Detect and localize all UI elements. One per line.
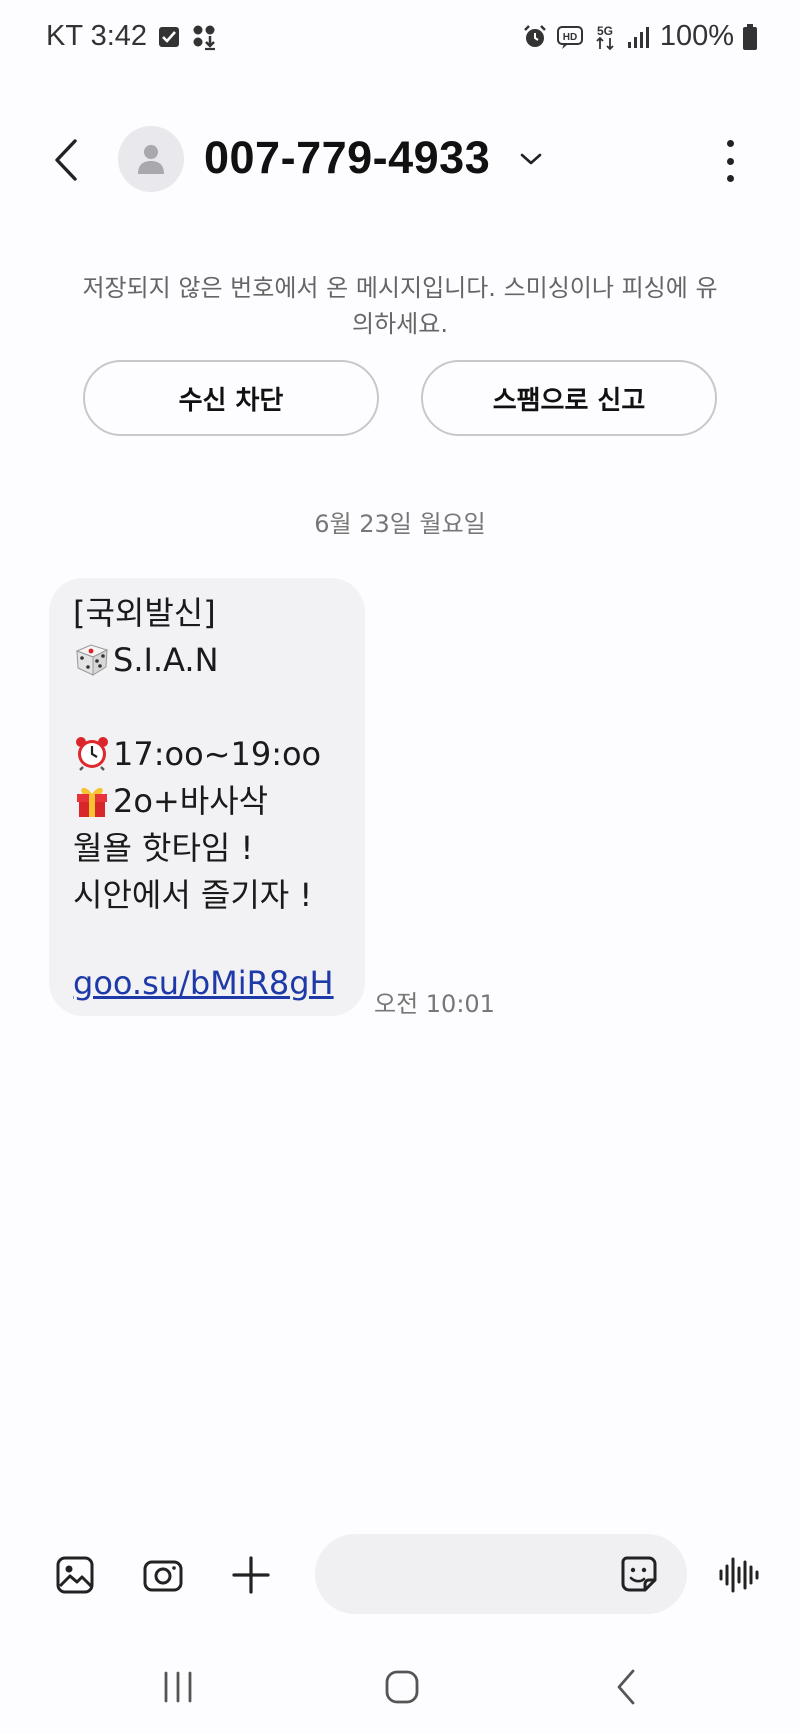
alarm-clock-emoji [73, 735, 111, 771]
sticker-icon [621, 1556, 657, 1592]
messages-screen: KT 3:42 HD 5G 100% 007-779-4933 저장되지 않은 … [0, 0, 800, 1734]
message-line-text: S.I.A.N [113, 641, 219, 679]
more-options-button[interactable] [718, 136, 742, 186]
carrier-time: KT 3:42 [46, 20, 148, 52]
attach-button[interactable] [224, 1548, 278, 1602]
battery-icon [742, 23, 758, 51]
more-vert-icon-dot [726, 175, 734, 182]
recents-button[interactable] [148, 1662, 208, 1712]
message-input-container[interactable] [315, 1534, 687, 1614]
signal-icon [626, 24, 652, 50]
notice-actions: 수신 차단 스팸으로 신고 [83, 360, 717, 436]
message-line: 2o+바사삭 [73, 778, 343, 825]
message-line: 시안에서 즐기자 ! [73, 876, 313, 914]
gallery-icon [56, 1556, 94, 1594]
camera-icon [143, 1560, 183, 1592]
conversation-header: 007-779-4933 [0, 118, 800, 202]
nav-back-button[interactable] [596, 1662, 656, 1712]
gift-emoji [73, 782, 111, 818]
date-divider: 6월 23일 월요일 [314, 510, 486, 538]
message-line: S.I.A.N [73, 637, 343, 684]
status-bar: KT 3:42 HD 5G 100% [0, 0, 800, 76]
back-arrow-icon [55, 139, 77, 181]
more-vert-icon [726, 140, 734, 147]
checkbox-icon [157, 25, 181, 49]
received-message-bubble[interactable]: [국외발신] S.I.A.N 17:oo~19:oo 2o+바사삭 월욜 핫타임… [49, 578, 365, 1016]
message-line: 월욜 핫타임 ! [73, 829, 254, 867]
dice-emoji [73, 641, 111, 677]
hd-voice-icon: HD [556, 24, 584, 50]
message-line-text: 17:oo~19:oo [113, 735, 322, 773]
voice-record-button[interactable] [712, 1548, 766, 1602]
system-navigation-bar [0, 1640, 800, 1734]
camera-button[interactable] [136, 1548, 190, 1602]
contact-avatar-icon [138, 145, 164, 174]
home-button[interactable] [372, 1662, 432, 1712]
block-button[interactable]: 수신 차단 [83, 360, 379, 436]
apps-download-icon [191, 23, 219, 51]
more-vert-icon-dot [726, 157, 734, 165]
svg-text:5G: 5G [597, 24, 613, 38]
plus-icon [232, 1556, 270, 1594]
home-icon [385, 1670, 419, 1704]
contact-details-toggle[interactable] [514, 142, 548, 176]
message-line: 17:oo~19:oo [73, 731, 343, 778]
back-button[interactable] [40, 132, 92, 188]
chevron-down-icon [520, 153, 542, 165]
message-timestamp: 오전 10:01 [374, 990, 495, 1018]
status-left: KT 3:42 [46, 20, 219, 53]
5g-icon: 5G [592, 23, 618, 51]
back-icon [617, 1669, 635, 1705]
sticker-button[interactable] [613, 1548, 665, 1600]
report-spam-button[interactable]: 스팸으로 신고 [421, 360, 717, 436]
message-link[interactable]: goo.su/bMiR8gH [73, 964, 334, 1002]
alarm-icon [522, 24, 548, 50]
status-right: HD 5G 100% [522, 20, 758, 53]
recents-icon [164, 1671, 192, 1703]
message-input[interactable] [343, 1534, 603, 1614]
unsaved-number-notice: 저장되지 않은 번호에서 온 메시지입니다. 스미싱이나 피싱에 유의하세요. [82, 274, 718, 338]
contact-avatar[interactable] [118, 126, 184, 192]
contact-number[interactable]: 007-779-4933 [204, 132, 490, 184]
gallery-button[interactable] [48, 1548, 102, 1602]
voice-wave-icon [719, 1557, 759, 1593]
svg-text:HD: HD [563, 32, 577, 43]
message-line: [국외발신] [73, 594, 216, 632]
message-composer [0, 1530, 800, 1620]
message-line-text: 2o+바사삭 [113, 782, 269, 820]
battery-percent: 100% [659, 20, 734, 52]
